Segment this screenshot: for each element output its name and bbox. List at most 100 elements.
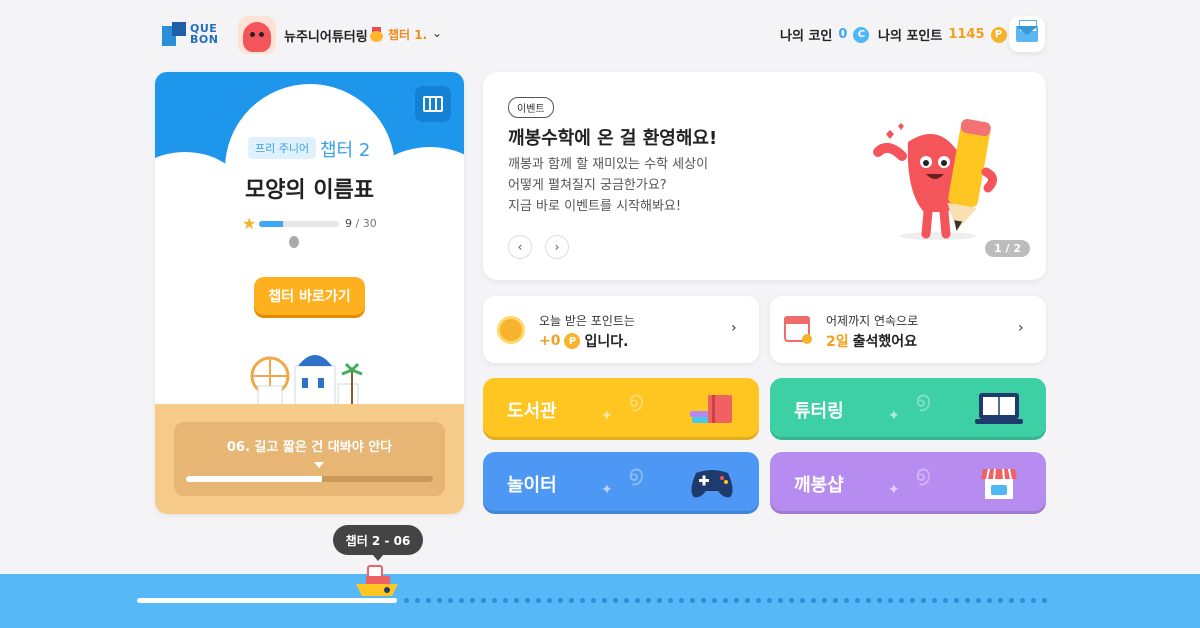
journey-remaining-dots [404, 598, 1047, 603]
attendance-days: 2일 [826, 334, 849, 350]
top-header: QUE BON 뉴주니어튜터링 챕터 1. ⌄ 나의 코인 0 C 나의 포인트… [0, 0, 1200, 70]
medal-pin-icon [289, 236, 299, 248]
track-dot [547, 598, 552, 603]
track-dot [558, 598, 563, 603]
star-icon: ★ [242, 214, 257, 233]
chevron-right-icon: › [731, 320, 737, 336]
shop-tile[interactable]: ✦ ൭ 깨봉샵 [770, 452, 1046, 514]
prev-slide-button[interactable]: ‹ [508, 235, 532, 259]
track-dot [899, 598, 904, 603]
chapter-card: 프리 주니어 챕터 2 모양의 이름표 ★ 9 / 30 챕터 바로가기 06.… [155, 72, 464, 514]
slide-page-indicator: 1 / 2 [985, 240, 1030, 257]
map-button[interactable] [415, 86, 451, 122]
coin-icon: C [853, 26, 870, 43]
sparkle-icon: ✦ [888, 482, 900, 498]
track-dot [987, 598, 992, 603]
track-dot [701, 598, 706, 603]
track-dot [624, 598, 629, 603]
level-badge: 프리 주니어 [248, 137, 317, 159]
current-chapter-badge[interactable]: 챕터 1. [370, 26, 427, 43]
track-dot [822, 598, 827, 603]
mailbox-button[interactable] [1009, 16, 1045, 52]
current-chapter-label: 챕터 1. [388, 28, 428, 42]
username[interactable]: 뉴주니어튜터링 [284, 26, 368, 45]
track-dot [954, 598, 959, 603]
attendance-card[interactable]: 어제까지 연속으로 2일 출석했어요 › [770, 296, 1046, 363]
track-dot [415, 598, 420, 603]
track-dot [448, 598, 453, 603]
boat-marker-icon[interactable] [354, 562, 400, 600]
quebon-logo[interactable]: QUE BON [162, 22, 218, 46]
track-dot [745, 598, 750, 603]
medal-icon [370, 27, 383, 42]
track-dot [1020, 598, 1025, 603]
event-title: 깨봉수학에 온 걸 환영해요! [508, 128, 718, 149]
track-dot [855, 598, 860, 603]
store-icon [981, 468, 1017, 499]
next-slide-button[interactable]: › [545, 235, 569, 259]
track-dot [459, 598, 464, 603]
track-dot [921, 598, 926, 603]
track-dot [1031, 598, 1036, 603]
track-dot [734, 598, 739, 603]
calendar-icon [784, 316, 812, 344]
chapter-progress-bar [259, 221, 339, 227]
gold-coin-icon [497, 316, 525, 344]
mascot-with-pencil-illustration [873, 119, 997, 240]
track-dot [470, 598, 475, 603]
track-dot [668, 598, 673, 603]
track-dot [602, 598, 607, 603]
track-dot [569, 598, 574, 603]
event-banner[interactable]: 이벤트 깨봉수학에 온 걸 환영해요! 깨봉과 함께 할 재미있는 수학 세상이… [483, 72, 1046, 280]
go-to-chapter-button[interactable]: 챕터 바로가기 [254, 277, 365, 315]
avatar[interactable] [238, 16, 276, 54]
track-dot [767, 598, 772, 603]
chevron-down-icon[interactable]: ⌄ [432, 26, 442, 40]
track-dot [811, 598, 816, 603]
track-dot [646, 598, 651, 603]
track-dot [437, 598, 442, 603]
track-dot [1042, 598, 1047, 603]
mail-icon [1016, 20, 1038, 42]
track-dot [800, 598, 805, 603]
event-desc-line: 지금 바로 이벤트를 시작해봐요! [508, 199, 682, 214]
coin-status: 나의 코인 0 C [780, 25, 870, 44]
chevron-right-icon: › [1018, 320, 1024, 336]
today-points-suffix: 입니다. [584, 334, 629, 350]
today-points-card[interactable]: 오늘 받은 포인트는 +0 P 입니다. › [483, 296, 759, 363]
event-desc-line: 어떻게 펼쳐질지 궁금한가요? [508, 178, 667, 193]
library-tile[interactable]: ✦ ൭ 도서관 [483, 378, 759, 440]
track-dot [657, 598, 662, 603]
event-description: 깨봉과 함께 할 재미있는 수학 세상이 어떻게 펼쳐질지 궁금한가요? 지금 … [508, 154, 708, 217]
playground-tile[interactable]: ✦ ൭ 놀이터 [483, 452, 759, 514]
track-dot [932, 598, 937, 603]
swirl-decoration: ൭ [628, 388, 643, 413]
sparkle-icon: ✦ [601, 408, 613, 424]
tutoring-tile[interactable]: ✦ ൭ 튜터링 [770, 378, 1046, 440]
library-label: 도서관 [507, 401, 557, 422]
chapter-progress-fill [259, 221, 283, 227]
track-dot [536, 598, 541, 603]
track-dot [514, 598, 519, 603]
track-dot [503, 598, 508, 603]
tutoring-label: 튜터링 [794, 401, 844, 422]
track-dot [943, 598, 948, 603]
track-dot [877, 598, 882, 603]
track-dot [690, 598, 695, 603]
track-dot [1009, 598, 1014, 603]
track-dot [778, 598, 783, 603]
caret-down-icon [314, 462, 324, 468]
today-points-label: 오늘 받은 포인트는 [539, 314, 635, 328]
track-dot [976, 598, 981, 603]
track-dot [481, 598, 486, 603]
game-controller-icon [691, 470, 733, 498]
chapter-title: 모양의 이름표 [244, 178, 375, 203]
point-label: 나의 포인트 [878, 29, 943, 44]
sparkle-icon: ✦ [888, 408, 900, 424]
current-lesson-box[interactable]: 06. 길고 짧은 건 대봐야 안다 [174, 422, 445, 496]
track-dot [833, 598, 838, 603]
progress-total: / 30 [355, 217, 377, 230]
swirl-decoration: ൭ [628, 462, 643, 487]
track-dot [580, 598, 585, 603]
track-dot [712, 598, 717, 603]
